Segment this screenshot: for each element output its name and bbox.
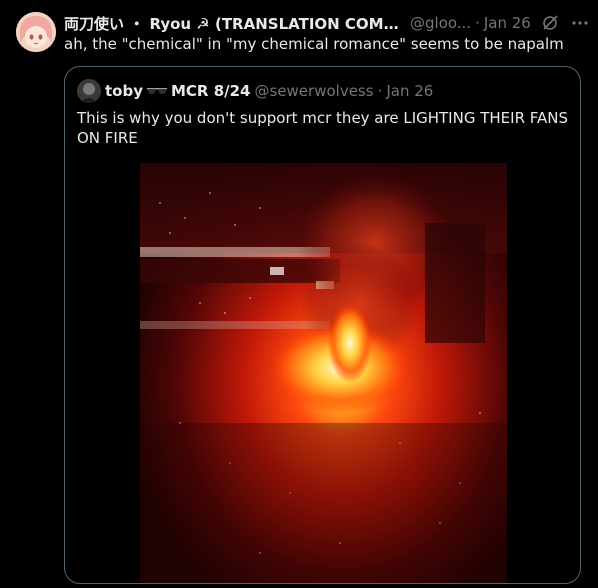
post: 両刀使い ・ Ryou ☭ (TRANSLATION COMMS P... @g… (0, 0, 598, 588)
quote-separator-dot: · (377, 82, 383, 100)
quote-author-name[interactable]: toby (105, 82, 143, 100)
quote-header: toby MCR 8/24 @sewerwolvess · Jan 26 (77, 79, 568, 103)
post-text: ah, the "chemical" in "my chemical roman… (64, 35, 564, 53)
quote-media-image[interactable] (140, 163, 507, 583)
grok-icon[interactable] (541, 14, 559, 32)
quoted-post[interactable]: toby MCR 8/24 @sewerwolvess · Jan 26 Thi… (64, 66, 581, 584)
more-options-icon[interactable] (571, 14, 589, 32)
author-avatar[interactable] (16, 12, 56, 52)
author-handle[interactable]: @gloo... (410, 14, 471, 32)
post-header: 両刀使い ・ Ryou ☭ (TRANSLATION COMMS P... @g… (64, 13, 590, 33)
quote-author-avatar[interactable] (77, 79, 101, 103)
quote-author-handle[interactable]: @sewerwolvess (255, 82, 374, 100)
author-name[interactable]: 両刀使い ・ Ryou ☭ (TRANSLATION COMMS P... (64, 13, 404, 34)
post-date[interactable]: Jan 26 (484, 14, 531, 32)
quote-text: This is why you don't support mcr they a… (77, 109, 569, 147)
quote-date[interactable]: Jan 26 (386, 82, 433, 100)
quote-author-suffix[interactable]: MCR 8/24 (171, 82, 251, 100)
sunglasses-icon (147, 86, 167, 96)
separator-dot: · (475, 14, 480, 32)
